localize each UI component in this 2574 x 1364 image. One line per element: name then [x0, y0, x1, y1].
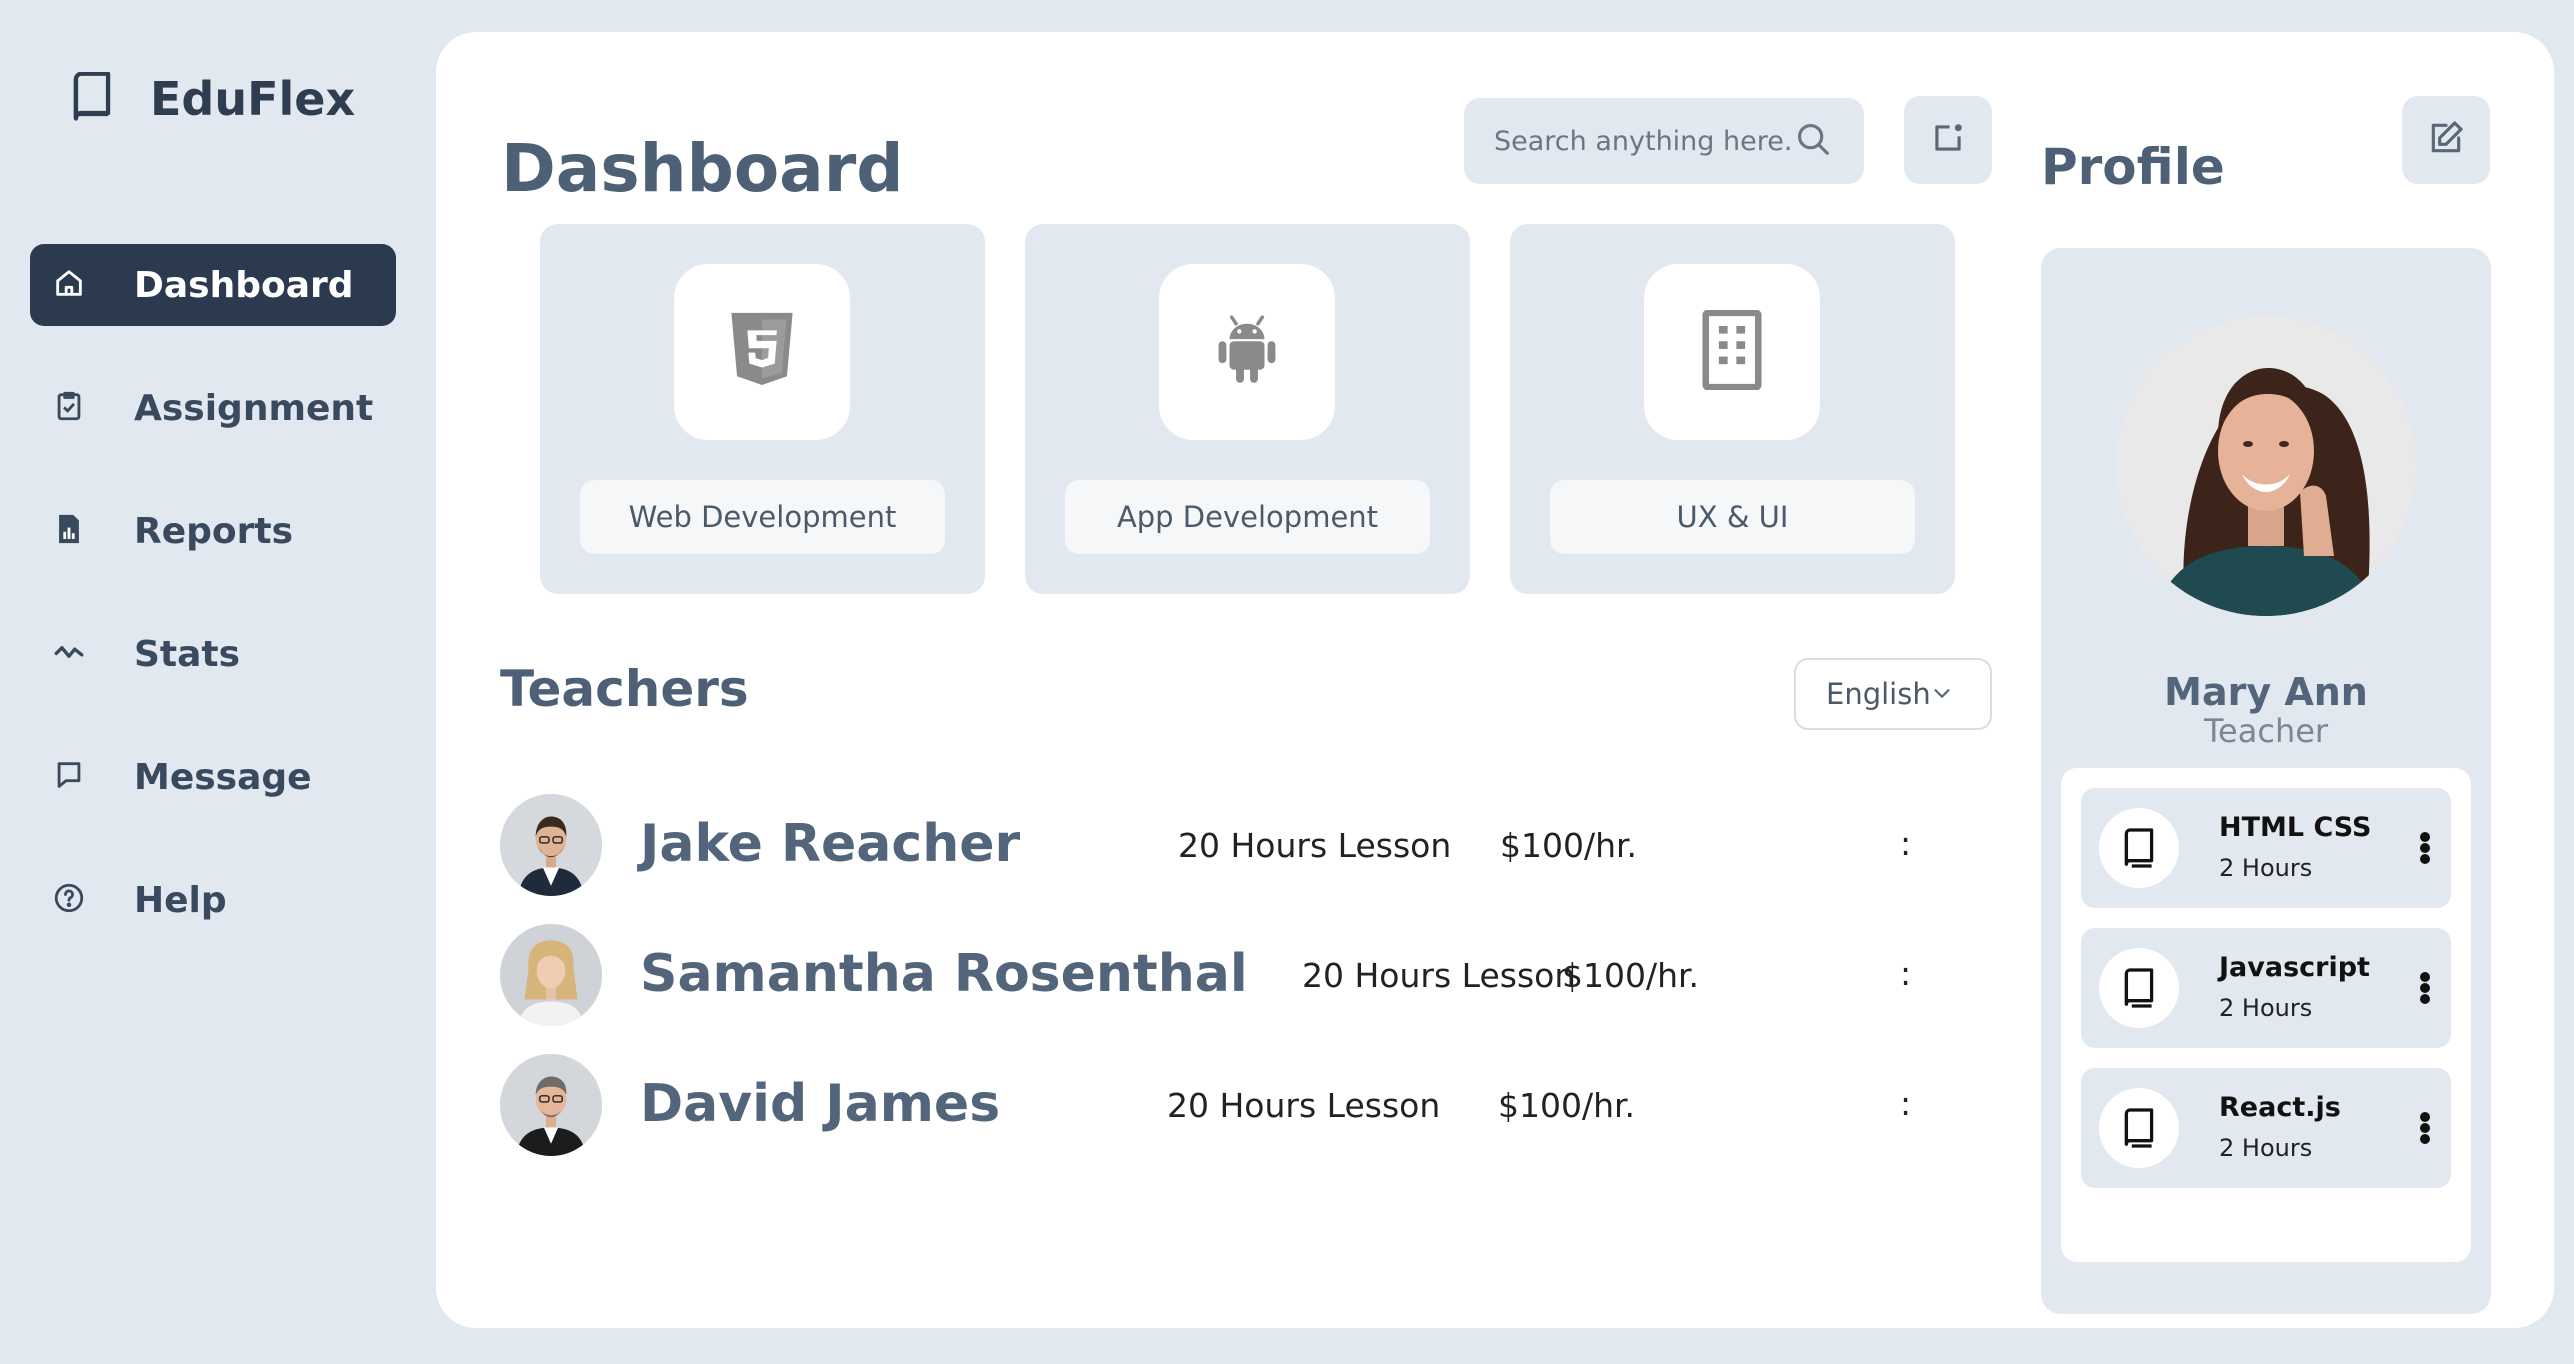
more-options-button[interactable]: : [1900, 1084, 1911, 1123]
edit-profile-button[interactable] [2402, 96, 2490, 184]
trend-line-icon [52, 635, 86, 673]
search-box[interactable] [1464, 98, 1864, 184]
message-icon [52, 758, 86, 796]
html5-icon [727, 310, 797, 394]
notification-icon [1929, 119, 1967, 161]
book-icon [2099, 948, 2179, 1028]
book-icon [2099, 808, 2179, 888]
teacher-name: Samantha Rosenthal [640, 944, 1248, 1004]
course-title: Javascript [2219, 952, 2370, 983]
sidebar-item-label: Reports [134, 510, 294, 552]
brand[interactable]: EduFlex [70, 71, 356, 126]
page-title: Dashboard [501, 130, 904, 207]
profile-avatar [2116, 316, 2416, 616]
teacher-row[interactable]: Jake Reacher 20 Hours Lesson $100/hr. : [500, 794, 1940, 896]
category-icon-box [674, 264, 850, 440]
category-label: Web Development [580, 480, 945, 554]
sidebar-item-message[interactable]: Message [30, 736, 396, 818]
course-item[interactable]: React.js 2 Hours [2081, 1068, 2451, 1188]
profile-role: Teacher [2203, 712, 2329, 750]
teacher-row[interactable]: David James 20 Hours Lesson $100/hr. : [500, 1054, 1940, 1156]
category-app-development[interactable]: App Development [1025, 224, 1470, 594]
home-icon [52, 266, 86, 304]
book-icon [2099, 1088, 2179, 1168]
sidebar-item-help[interactable]: Help [30, 859, 396, 941]
teacher-name: Jake Reacher [640, 814, 1021, 874]
avatar [500, 794, 602, 896]
sidebar-item-assignment[interactable]: Assignment [30, 367, 396, 449]
sidebar-item-stats[interactable]: Stats [30, 613, 396, 695]
category-label: App Development [1065, 480, 1430, 554]
more-vertical-icon[interactable] [2419, 972, 2431, 1004]
course-list: HTML CSS 2 Hours Javascript 2 Hours Reac… [2061, 768, 2471, 1262]
category-web-development[interactable]: Web Development [540, 224, 985, 594]
sidebar-item-label: Stats [134, 633, 241, 675]
android-icon [1212, 310, 1282, 394]
edit-icon [2427, 119, 2465, 161]
more-vertical-icon[interactable] [2419, 1112, 2431, 1144]
search-input[interactable] [1494, 125, 1794, 157]
main-card: Dashboard Web Development [436, 32, 2554, 1328]
course-item[interactable]: HTML CSS 2 Hours [2081, 788, 2451, 908]
more-options-button[interactable]: : [1900, 824, 1911, 863]
teacher-lesson-hours: 20 Hours Lesson [1167, 1086, 1441, 1125]
category-tiles: Web Development App Development UX & UI [540, 224, 1955, 594]
brand-name: EduFlex [150, 72, 356, 126]
sidebar-item-label: Dashboard [134, 264, 354, 306]
search-icon[interactable] [1794, 120, 1832, 162]
teachers-title: Teachers [500, 660, 749, 718]
sidebar-item-dashboard[interactable]: Dashboard [30, 244, 396, 326]
chevron-down-icon [1931, 677, 1953, 711]
profile-title: Profile [2041, 138, 2225, 196]
more-vertical-icon[interactable] [2419, 832, 2431, 864]
clipboard-check-icon [52, 389, 86, 427]
help-circle-icon [52, 881, 86, 919]
teacher-name: David James [640, 1074, 1001, 1134]
category-icon-box [1159, 264, 1335, 440]
avatar [500, 924, 602, 1026]
category-ux-ui[interactable]: UX & UI [1510, 224, 1955, 594]
course-title: React.js [2219, 1092, 2341, 1123]
avatar [500, 1054, 602, 1156]
course-hours: 2 Hours [2219, 1134, 2313, 1162]
teacher-row[interactable]: Samantha Rosenthal 20 Hours Lesson $100/… [500, 924, 1940, 1026]
teacher-price: $100/hr. [1500, 826, 1638, 865]
course-title: HTML CSS [2219, 812, 2372, 843]
category-icon-box [1644, 264, 1820, 440]
building-icon [1697, 309, 1767, 394]
language-select-value: English [1826, 677, 1931, 711]
sidebar-item-reports[interactable]: Reports [30, 490, 396, 572]
sidebar-nav: Dashboard Assignment Reports Stats Messa… [30, 244, 396, 982]
language-select[interactable]: English [1794, 658, 1992, 730]
profile-panel: Mary Ann Teacher HTML CSS 2 Hours Javasc… [2041, 248, 2491, 1314]
report-file-icon [52, 512, 86, 550]
teacher-price: $100/hr. [1562, 956, 1700, 995]
sidebar-item-label: Assignment [134, 387, 374, 429]
teacher-lesson-hours: 20 Hours Lesson [1178, 826, 1452, 865]
book-icon [70, 71, 114, 126]
sidebar-item-label: Help [134, 879, 227, 921]
course-hours: 2 Hours [2219, 854, 2313, 882]
more-options-button[interactable]: : [1900, 954, 1911, 993]
profile-name: Mary Ann [2164, 670, 2368, 714]
sidebar-item-label: Message [134, 756, 312, 798]
category-label: UX & UI [1550, 480, 1915, 554]
teacher-price: $100/hr. [1498, 1086, 1636, 1125]
notification-button[interactable] [1904, 96, 1992, 184]
course-item[interactable]: Javascript 2 Hours [2081, 928, 2451, 1048]
course-hours: 2 Hours [2219, 994, 2313, 1022]
teacher-lesson-hours: 20 Hours Lesson [1302, 956, 1576, 995]
